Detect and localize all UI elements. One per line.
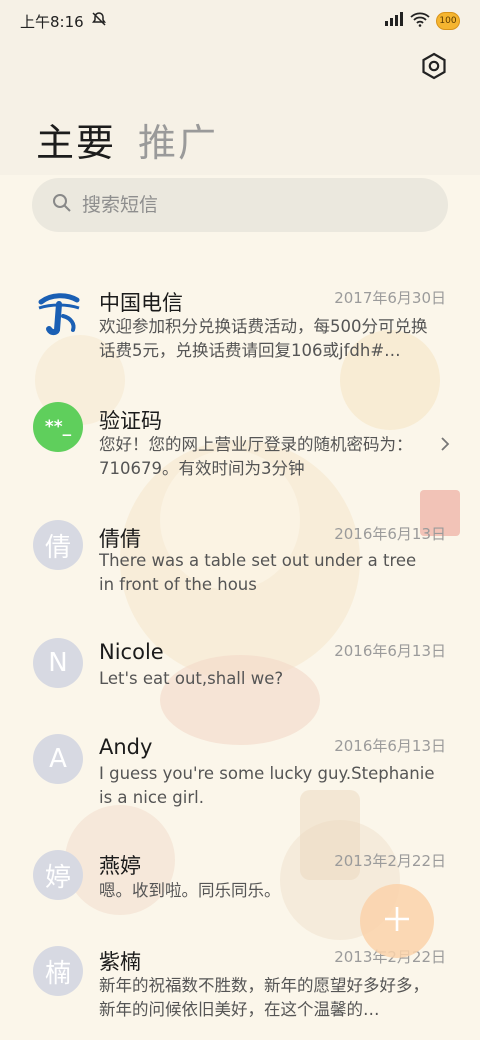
conversation-item-qianqian[interactable]: 倩 倩倩 2016年6月13日 There was a table set ou… bbox=[0, 518, 480, 618]
conversation-name: 中国电信 bbox=[99, 291, 183, 315]
battery-icon: 100 bbox=[436, 12, 460, 30]
settings-hexagon-icon bbox=[420, 52, 448, 84]
conversation-date: 2016年6月13日 bbox=[334, 737, 446, 755]
mute-icon bbox=[90, 10, 108, 32]
conversation-avatar: 婷 bbox=[33, 850, 83, 900]
conversation-item-andy[interactable]: A Andy 2016年6月13日 I guess you're some lu… bbox=[0, 732, 480, 832]
conversation-item-verification-code[interactable]: **_ 验证码 您好！您的网上营业厅登录的随机密码为：710679。有效时间为3… bbox=[0, 400, 480, 500]
conversation-avatar: N bbox=[33, 638, 83, 688]
wifi-icon bbox=[410, 12, 430, 31]
conversation-date: 2017年6月30日 bbox=[334, 289, 446, 307]
conversation-name: Andy bbox=[99, 735, 153, 759]
conversation-item-zinan[interactable]: 楠 紫楠 2013年2月22日 新年的祝福数不胜数，新年的愿望好多好多，新年的问… bbox=[0, 946, 480, 1040]
conversation-name: 紫楠 bbox=[99, 950, 141, 974]
conversation-name: 燕婷 bbox=[99, 854, 141, 878]
plus-icon bbox=[383, 905, 411, 937]
conversation-preview: 您好！您的网上营业厅登录的随机密码为：710679。有效时间为3分钟 bbox=[99, 435, 413, 478]
chevron-right-icon bbox=[440, 436, 450, 456]
conversation-date: 2016年6月13日 bbox=[334, 525, 446, 543]
conversation-item-nicole[interactable]: N Nicole 2016年6月13日 Let's eat out,shall … bbox=[0, 636, 480, 736]
conversation-avatar: A bbox=[33, 734, 83, 784]
tab-promotions[interactable]: 推广 bbox=[138, 112, 218, 167]
search-bar[interactable] bbox=[32, 178, 448, 232]
status-time: 上午8:16 bbox=[20, 12, 84, 31]
conversation-preview: There was a table set out under a tree i… bbox=[99, 551, 417, 594]
conversation-preview: Let's eat out,shall we? bbox=[99, 669, 284, 688]
message-tabs: 主要 推广 bbox=[36, 112, 218, 167]
settings-button[interactable] bbox=[418, 52, 450, 84]
conversation-preview: I guess you're some lucky guy.Stephanie … bbox=[99, 764, 435, 807]
conversation-name: Nicole bbox=[99, 640, 164, 664]
conversation-avatar: 倩 bbox=[33, 520, 83, 570]
conversation-date: 2016年6月13日 bbox=[334, 642, 446, 660]
conversation-avatar: **_ bbox=[33, 402, 83, 452]
search-input[interactable] bbox=[82, 194, 382, 216]
conversation-name: 验证码 bbox=[99, 409, 162, 433]
conversation-preview: 欢迎参加积分兑换话费活动，每500分可兑换话费5元，兑换话费请回复106或jfd… bbox=[99, 317, 428, 360]
conversation-preview: 新年的祝福数不胜数，新年的愿望好多好多，新年的问候依旧美好，在这个温馨的… bbox=[99, 976, 429, 1019]
compose-button[interactable] bbox=[360, 884, 434, 958]
china-telecom-logo-icon bbox=[33, 286, 83, 336]
status-bar: 上午8:16 100 bbox=[0, 0, 480, 42]
conversation-date: 2013年2月22日 bbox=[334, 852, 446, 870]
signal-icon bbox=[384, 12, 404, 30]
search-icon bbox=[52, 193, 72, 217]
tab-primary[interactable]: 主要 bbox=[36, 112, 116, 167]
conversation-avatar: 楠 bbox=[33, 946, 83, 996]
conversation-item-china-telecom[interactable]: 中国电信 2017年6月30日 欢迎参加积分兑换话费活动，每500分可兑换话费5… bbox=[0, 282, 480, 382]
